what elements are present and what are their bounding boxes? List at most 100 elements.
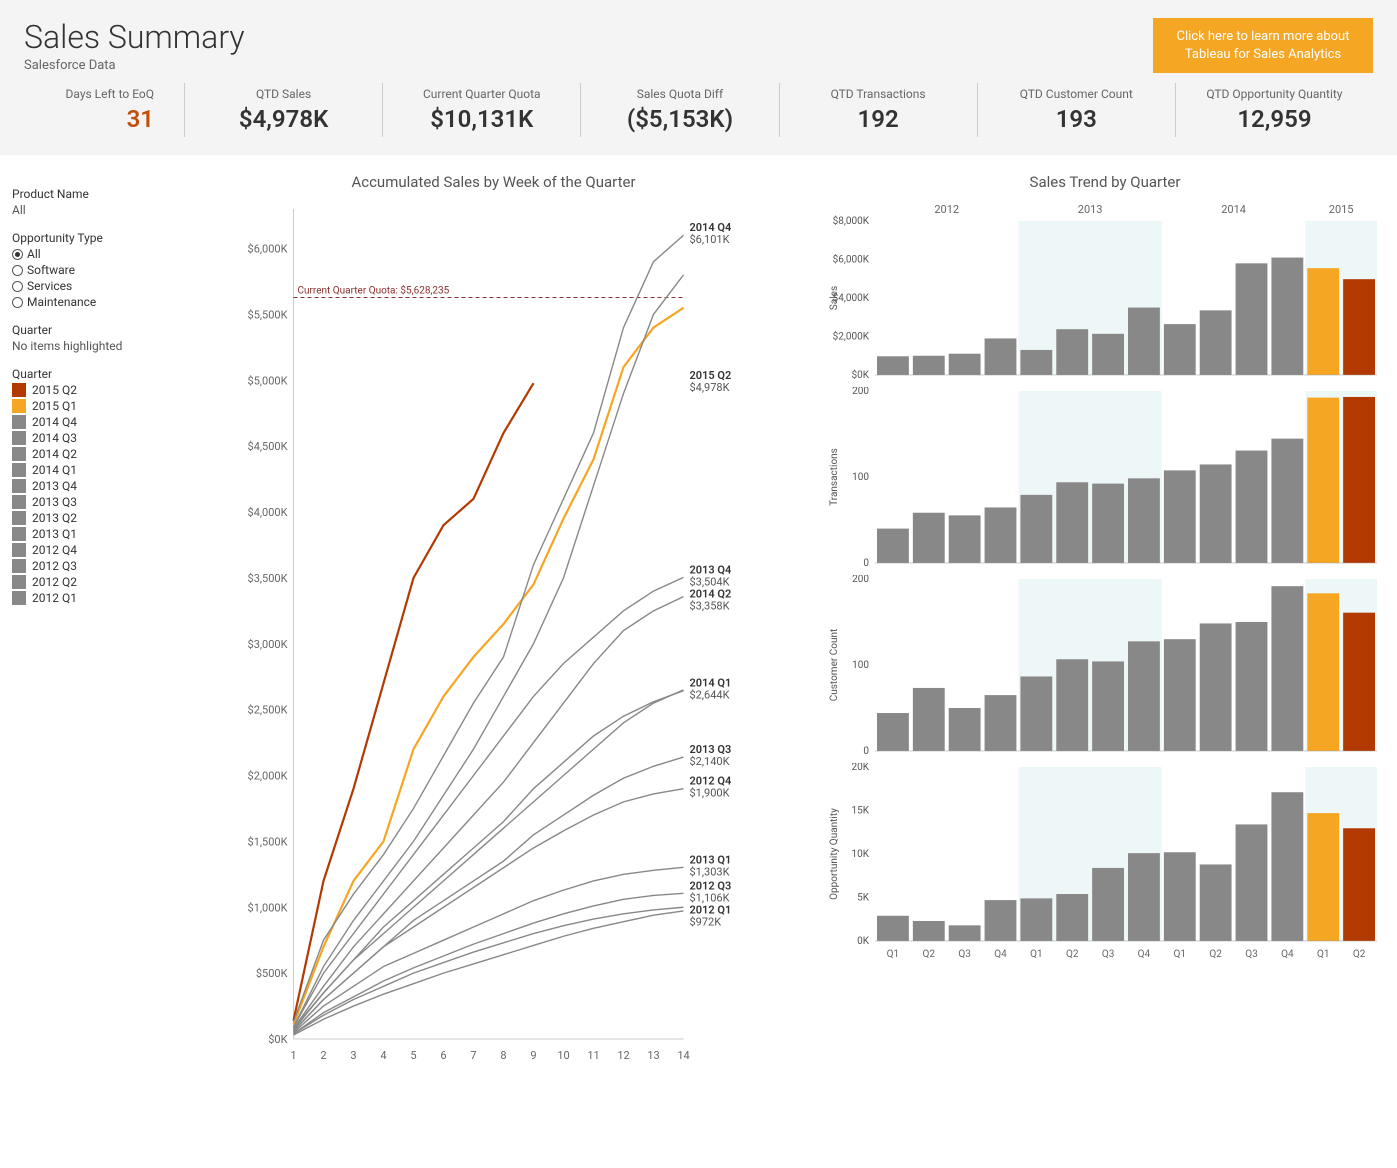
radio-option[interactable]: All (12, 247, 162, 261)
svg-text:0K: 0K (857, 936, 870, 947)
svg-text:Q1: Q1 (1030, 949, 1043, 960)
bar-charts-col: Sales Trend by Quarter 2012201320142015$… (825, 173, 1385, 1069)
legend-text: 2013 Q1 (32, 527, 77, 541)
legend-text: 2012 Q2 (32, 575, 77, 589)
svg-text:$0K: $0K (851, 368, 869, 379)
svg-text:Q4: Q4 (994, 949, 1007, 960)
svg-text:Q2: Q2 (1353, 949, 1366, 960)
swatch-icon (12, 383, 26, 397)
line-chart-col: Accumulated Sales by Week of the Quarter… (170, 173, 817, 1069)
svg-text:Current Quarter Quota: $5,628,: Current Quarter Quota: $5,628,235 (298, 284, 450, 297)
legend-text: 2012 Q4 (32, 543, 77, 557)
swatch-icon (12, 575, 26, 589)
legend-item[interactable]: 2013 Q2 (12, 511, 162, 525)
legend-item[interactable]: 2015 Q1 (12, 399, 162, 413)
svg-text:7: 7 (470, 1049, 476, 1062)
kpi-label: QTD Opportunity Quantity (1184, 87, 1365, 101)
filter-product-label: Product Name (12, 187, 162, 201)
svg-text:Sales: Sales (829, 286, 840, 310)
filters-panel: Product Name All Opportunity Type AllSof… (12, 173, 162, 1069)
svg-text:100: 100 (852, 472, 869, 483)
swatch-icon (12, 543, 26, 557)
svg-text:2012: 2012 (934, 203, 959, 216)
radio-option[interactable]: Maintenance (12, 295, 162, 309)
svg-text:$6,000K: $6,000K (833, 253, 870, 266)
legend-item[interactable]: 2014 Q2 (12, 447, 162, 461)
kpi-trans: QTD Transactions 192 (779, 83, 977, 137)
svg-text:200: 200 (852, 575, 869, 585)
svg-text:$1,303K: $1,303K (690, 865, 730, 878)
swatch-icon (12, 415, 26, 429)
svg-text:Q2: Q2 (1209, 949, 1222, 960)
legend-item[interactable]: 2014 Q3 (12, 431, 162, 445)
swatch-icon (12, 399, 26, 413)
main: Product Name All Opportunity Type AllSof… (0, 155, 1397, 1087)
svg-text:$1,500K: $1,500K (248, 835, 288, 848)
kpi-row: Days Left to EoQ 31 QTD Sales $4,978K Cu… (0, 83, 1397, 155)
legend-item[interactable]: 2014 Q1 (12, 463, 162, 477)
radio-option[interactable]: Software (12, 263, 162, 277)
legend-item[interactable]: 2013 Q3 (12, 495, 162, 509)
svg-text:Q1: Q1 (1317, 949, 1330, 960)
svg-text:$4,500K: $4,500K (248, 440, 288, 453)
radio-option[interactable]: Services (12, 279, 162, 293)
header: Sales Summary Salesforce Data Click here… (0, 0, 1397, 83)
kpi-value: $4,978K (193, 105, 374, 133)
bar-panel[interactable]: 0100200Transactions (825, 387, 1385, 567)
kpi-label: QTD Customer Count (986, 87, 1167, 101)
filter-quarter-value[interactable]: No items highlighted (12, 339, 162, 353)
svg-text:9: 9 (530, 1049, 536, 1062)
svg-text:$4,000K: $4,000K (248, 506, 288, 519)
kpi-label: Days Left to EoQ (32, 87, 154, 101)
svg-text:$8,000K: $8,000K (833, 214, 870, 227)
legend-item[interactable]: 2013 Q4 (12, 479, 162, 493)
svg-text:10: 10 (557, 1049, 569, 1062)
legend-item[interactable]: 2012 Q4 (12, 543, 162, 557)
swatch-icon (12, 559, 26, 573)
legend-item[interactable]: 2013 Q1 (12, 527, 162, 541)
legend-text: 2014 Q3 (32, 431, 77, 445)
kpi-value: 31 (32, 105, 154, 133)
legend-item[interactable]: 2015 Q2 (12, 383, 162, 397)
svg-text:Q1: Q1 (887, 949, 900, 960)
bar-panel[interactable]: 0K5K10K15K20KOpportunity QuantityQ1Q2Q3Q… (825, 763, 1385, 963)
legend-item[interactable]: 2012 Q2 (12, 575, 162, 589)
svg-text:$1,900K: $1,900K (690, 787, 730, 800)
legend-text: 2014 Q2 (32, 447, 77, 461)
line-chart[interactable]: $0K$500K$1,000K$1,500K$2,000K$2,500K$3,0… (170, 199, 817, 1069)
swatch-icon (12, 527, 26, 541)
svg-text:3: 3 (350, 1049, 356, 1062)
svg-text:Q3: Q3 (958, 949, 971, 960)
svg-text:12: 12 (617, 1049, 629, 1062)
title-block: Sales Summary Salesforce Data (24, 18, 245, 73)
svg-text:Q2: Q2 (1066, 949, 1079, 960)
legend-item[interactable]: 2012 Q1 (12, 591, 162, 605)
svg-text:Q2: Q2 (923, 949, 936, 960)
filter-product-value[interactable]: All (12, 203, 162, 217)
svg-text:4: 4 (380, 1049, 386, 1062)
svg-text:8: 8 (500, 1049, 506, 1062)
svg-text:$4,978K: $4,978K (690, 381, 730, 394)
svg-text:1: 1 (290, 1049, 296, 1062)
bar-panel[interactable]: 2012201320142015$0K$2,000K$4,000K$6,000K… (825, 199, 1385, 379)
kpi-value: $10,131K (391, 105, 572, 133)
swatch-icon (12, 495, 26, 509)
legend-item[interactable]: 2014 Q4 (12, 415, 162, 429)
legend-item[interactable]: 2012 Q3 (12, 559, 162, 573)
legend-text: 2013 Q2 (32, 511, 77, 525)
kpi-value: ($5,153K) (589, 105, 770, 133)
svg-text:$6,101K: $6,101K (690, 233, 730, 246)
svg-text:200: 200 (852, 387, 869, 397)
kpi-label: Sales Quota Diff (589, 87, 770, 101)
oppty-radio-group: All Software Services Maintenance (12, 247, 162, 309)
svg-text:Q3: Q3 (1102, 949, 1115, 960)
bar-panel[interactable]: 0100200Customer Count (825, 575, 1385, 755)
swatch-icon (12, 591, 26, 605)
svg-text:$2,500K: $2,500K (248, 704, 288, 717)
radio-label: All (27, 247, 41, 261)
svg-text:Transactions: Transactions (829, 448, 840, 506)
svg-text:2013: 2013 (1078, 203, 1103, 216)
cta-button[interactable]: Click here to learn more about Tableau f… (1153, 18, 1373, 73)
radio-icon (12, 249, 23, 260)
kpi-label: QTD Transactions (788, 87, 969, 101)
